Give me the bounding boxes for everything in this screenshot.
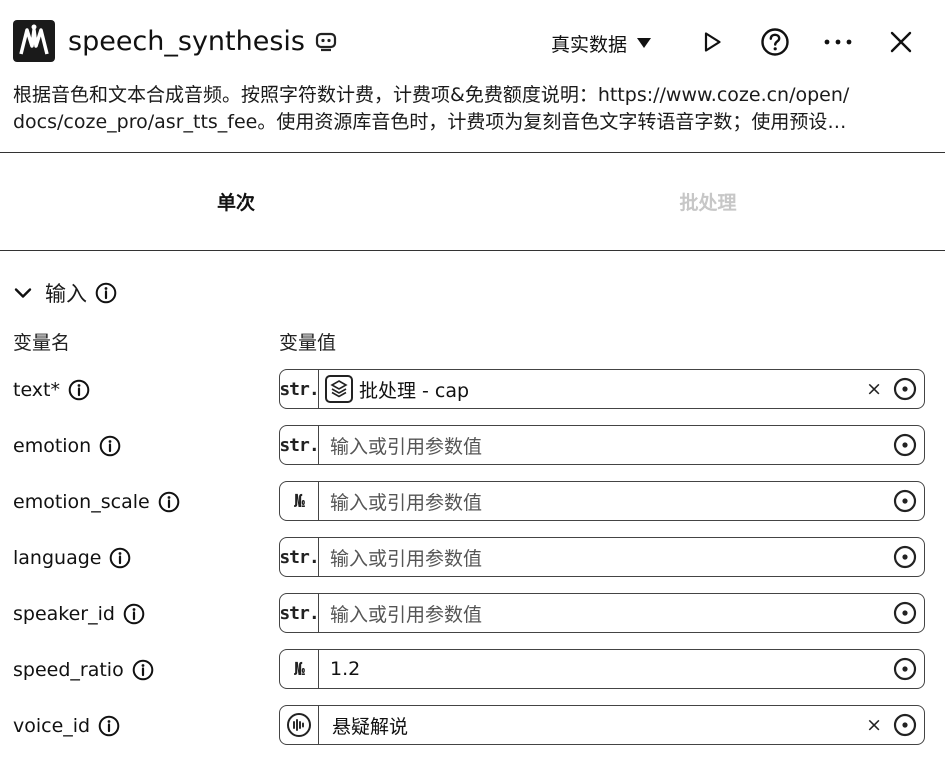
param-name: speaker_id (13, 603, 115, 625)
node-title: speech_synthesis (68, 26, 305, 57)
info-icon[interactable] (99, 435, 121, 457)
badge-icon (314, 31, 338, 53)
param-name: language (13, 547, 102, 569)
description-line-2: docs/coze_pro/asr_tts_fee。使用资源库音色时，计费项为复… (13, 111, 847, 133)
help-button[interactable] (757, 24, 793, 60)
param-value[interactable]: 批处理 - cap (319, 375, 924, 403)
input-section-toggle[interactable]: 输入 (13, 278, 117, 308)
param-input[interactable]: 1.2 (319, 658, 924, 680)
close-button[interactable] (883, 24, 919, 60)
plugin-logo-icon (13, 20, 55, 62)
reference-label: 批处理 - cap (359, 379, 470, 402)
param-name: emotion_scale (13, 491, 150, 513)
param-input[interactable]: 输入或引用参数值 (319, 544, 924, 571)
reference-target-icon[interactable] (893, 433, 917, 457)
data-mode-label: 真实数据 (551, 33, 628, 56)
param-field-text[interactable]: str. 批处理 - cap × (279, 369, 925, 409)
type-badge-number: № (280, 482, 319, 520)
param-field-emotion-scale[interactable]: № 输入或引用参数值 (279, 481, 925, 521)
reference-target-icon[interactable] (893, 601, 917, 625)
type-badge-string: str. (279, 538, 320, 576)
reference-target-icon[interactable] (893, 377, 917, 401)
data-mode-select[interactable]: 真实数据 (551, 28, 652, 58)
voice-type-badge (280, 706, 319, 744)
param-name: voice_id (13, 715, 91, 737)
reference-node-icon (325, 375, 353, 403)
chevron-down-icon (14, 288, 32, 298)
description-line-1: 根据音色和文本合成音频。按照字符数计费，计费项&免费额度说明：https://w… (13, 84, 850, 106)
column-header-value: 变量值 (279, 332, 337, 354)
play-icon (704, 32, 721, 52)
reference-target-icon[interactable] (893, 545, 917, 569)
tab-single[interactable]: 单次 (0, 153, 472, 250)
param-name: text* (13, 379, 60, 401)
close-icon (890, 31, 912, 53)
param-label-language: language (13, 543, 131, 573)
panel-header: speech_synthesis 真实数据 (0, 0, 949, 80)
reference-target-icon[interactable] (893, 713, 917, 737)
info-icon[interactable] (132, 659, 154, 681)
reference-target-icon[interactable] (893, 657, 917, 681)
more-button[interactable] (820, 24, 856, 60)
info-icon[interactable] (123, 603, 145, 625)
type-badge-string: str. (279, 594, 320, 632)
more-icon (824, 39, 852, 45)
param-input[interactable]: 输入或引用参数值 (319, 432, 924, 459)
type-badge-string: str. (279, 426, 320, 464)
param-input[interactable]: 输入或引用参数值 (319, 488, 924, 515)
param-label-emotion-scale: emotion_scale (13, 487, 180, 517)
param-label-speed-ratio: speed_ratio (13, 655, 154, 685)
param-field-voice-id[interactable]: 悬疑解说 × (279, 705, 925, 745)
node-description: 根据音色和文本合成音频。按照字符数计费，计费项&免费额度说明：https://w… (13, 82, 939, 136)
param-name: emotion (13, 435, 92, 457)
selected-voice[interactable]: 悬疑解说 (319, 712, 924, 739)
info-icon[interactable] (109, 547, 131, 569)
param-label-voice-id: voice_id (13, 711, 120, 741)
param-name: speed_ratio (13, 659, 124, 681)
clear-button[interactable]: × (866, 379, 882, 399)
param-label-speaker-id: speaker_id (13, 599, 145, 629)
run-mode-tabs: 单次 批处理 (0, 153, 945, 250)
param-field-speed-ratio[interactable]: № 1.2 (279, 649, 925, 689)
param-field-emotion[interactable]: str. 输入或引用参数值 (279, 425, 925, 465)
column-header-name: 变量名 (13, 332, 71, 354)
info-icon[interactable] (68, 379, 90, 401)
divider (0, 250, 945, 251)
param-label-text: text* (13, 375, 90, 405)
param-field-language[interactable]: str. 输入或引用参数值 (279, 537, 925, 577)
param-field-speaker-id[interactable]: str. 输入或引用参数值 (279, 593, 925, 633)
info-icon[interactable] (98, 715, 120, 737)
param-input[interactable]: 输入或引用参数值 (319, 600, 924, 627)
clear-button[interactable]: × (866, 715, 882, 735)
type-badge-number: № (280, 650, 319, 688)
caret-down-icon (637, 38, 652, 48)
reference-target-icon[interactable] (893, 489, 917, 513)
section-title: 输入 (45, 282, 87, 306)
voice-icon (287, 713, 311, 737)
info-icon[interactable] (158, 491, 180, 513)
run-button[interactable] (694, 24, 730, 60)
info-icon[interactable] (95, 282, 117, 304)
param-label-emotion: emotion (13, 431, 121, 461)
help-icon (761, 28, 789, 56)
tab-batch[interactable]: 批处理 (472, 153, 944, 250)
type-badge-string: str. (279, 370, 320, 408)
